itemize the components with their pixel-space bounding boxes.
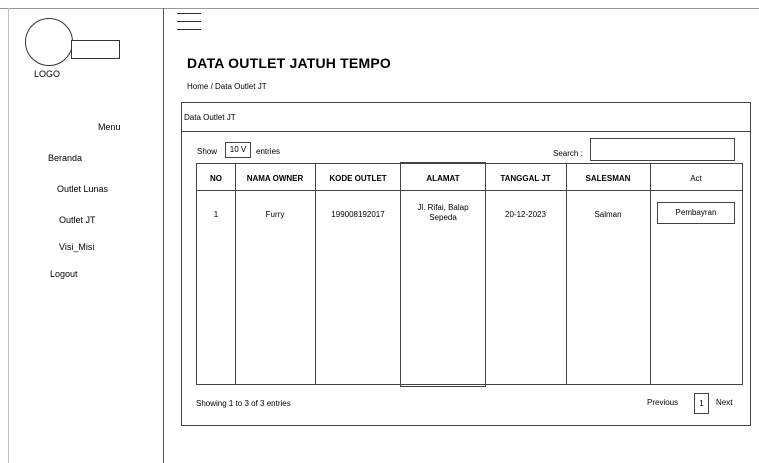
left-border <box>8 8 9 463</box>
alamat-column-highlight <box>400 162 486 387</box>
data-table: NO NAMA OWNER KODE OUTLET ALAMAT TANGGAL… <box>196 162 743 387</box>
breadcrumb[interactable]: Home / Data Outlet JT <box>187 82 267 91</box>
sidebar-divider <box>163 8 164 463</box>
column-header-alamat: ALAMAT <box>426 174 460 183</box>
page-title: DATA OUTLET JATUH TEMPO <box>187 55 391 71</box>
column-header-no: NO <box>210 174 222 183</box>
column-header-salesman: SALESMAN <box>585 174 631 183</box>
cell-alamat: Jl. Rifai, Balap Sepeda <box>401 203 485 223</box>
panel-header: Data Outlet JT <box>182 103 750 132</box>
cell-salesman: Salman <box>594 210 622 219</box>
next-button[interactable]: Next <box>716 398 732 407</box>
show-label: Show <box>197 147 218 156</box>
col-divider <box>315 164 316 384</box>
page-1-button[interactable]: 1 <box>694 393 709 414</box>
column-header-act: Act <box>690 174 702 183</box>
col-divider <box>650 164 651 384</box>
sidebar-item-outlet-jt[interactable]: Outlet JT <box>59 215 96 225</box>
logo-circle <box>25 18 73 66</box>
column-header-nama-owner: NAMA OWNER <box>246 174 304 183</box>
cell-tanggal: 20-12-2023 <box>505 210 546 219</box>
sidebar-item-beranda[interactable]: Beranda <box>48 153 82 163</box>
pembayaran-button[interactable]: Pembayran <box>657 202 735 224</box>
col-divider <box>566 164 567 384</box>
sidebar-item-visi-misi[interactable]: Visi_Misi <box>59 242 94 252</box>
column-header-tanggal-jt: TANGGAL JT <box>500 174 551 183</box>
panel-title: Data Outlet JT <box>184 113 236 122</box>
cell-owner: Furry <box>265 210 285 219</box>
entries-select[interactable]: 10 V <box>225 142 251 158</box>
column-header-kode-outlet: KODE OUTLET <box>329 174 387 183</box>
sidebar-item-logout[interactable]: Logout <box>50 269 78 279</box>
entries-label: entries <box>256 147 281 156</box>
search-input[interactable] <box>590 138 735 161</box>
cell-no: 1 <box>213 210 219 219</box>
logo-label: LOGO <box>34 69 61 79</box>
top-border <box>0 8 759 9</box>
logo-rect <box>71 40 120 59</box>
cell-alamat-line1: Jl. Rifai, Balap <box>417 203 469 212</box>
sidebar-item-outlet-lunas[interactable]: Outlet Lunas <box>57 184 108 194</box>
cell-kode: 199008192017 <box>331 210 385 219</box>
col-divider <box>235 164 236 384</box>
hamburger-icon[interactable] <box>177 13 201 33</box>
entries-info: Showing 1 to 3 of 3 entries <box>196 399 291 408</box>
menu-title: Menu <box>98 122 121 132</box>
previous-button[interactable]: Previous <box>647 398 678 407</box>
cell-alamat-line2: Sepeda <box>429 213 457 222</box>
search-label: Search : <box>553 149 583 158</box>
